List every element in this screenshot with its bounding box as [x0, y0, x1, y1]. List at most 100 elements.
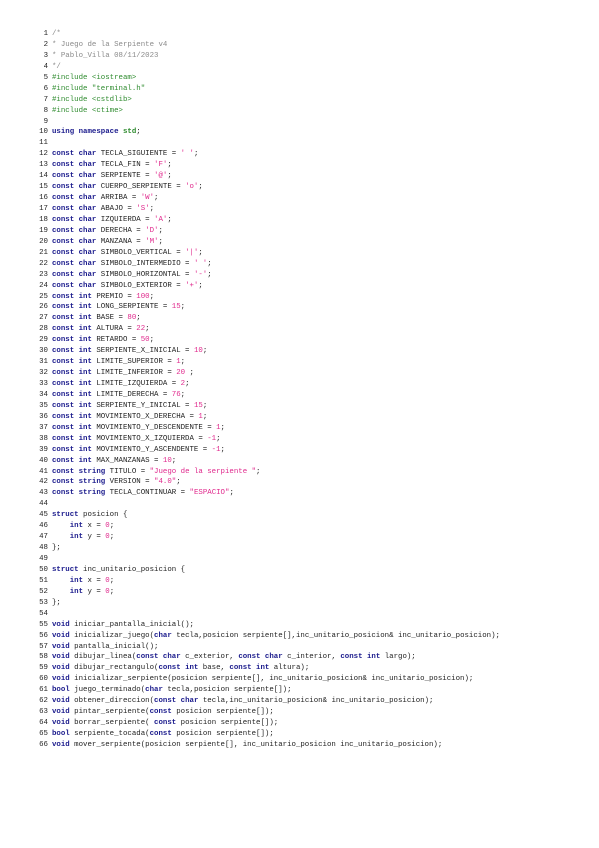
code-token: const [149, 730, 172, 738]
code-token: TECLA_FIN = [96, 161, 155, 170]
line-number: 40 [39, 456, 48, 465]
code-token: const char [154, 697, 199, 706]
code-token: ; [158, 237, 163, 246]
line-number: 6 [43, 84, 48, 93]
code-token: void [52, 642, 70, 651]
code-token: void [52, 697, 70, 706]
code-token: ; [145, 325, 150, 334]
code-line: 8 #include <ctime> [30, 106, 500, 117]
code-token: ; [198, 281, 203, 290]
code-token: 'S' [136, 205, 150, 213]
code-token: ; [202, 412, 208, 421]
code-token: dibujar_linea( [69, 653, 137, 662]
code-token: c_exterior, [180, 653, 239, 662]
code-token: void [52, 740, 70, 749]
code-line: 26 const int LONG_SERPIENTE = 15; [30, 302, 500, 313]
code-line: 10 using namespace std; [30, 127, 500, 138]
code-line: 47 int y = 0; [30, 532, 500, 543]
code-token: ; [167, 172, 172, 181]
code-line: 4 */ [30, 62, 500, 73]
code-token: const int [52, 325, 92, 334]
code-line: 9 [30, 117, 500, 128]
code-token: MOVIMIENTO_Y_DESCENDENTE = [91, 423, 217, 432]
code-token: }; [52, 544, 61, 553]
code-token: '|' [185, 248, 199, 257]
code-token: 15 [193, 401, 203, 410]
code-token: CUERPO_SERPIENTE = [96, 183, 186, 192]
line-number: 26 [39, 303, 48, 312]
code-line: 57 void pantalla_inicial(); [30, 642, 500, 653]
code-line: 16 const char ARRIBA = 'W'; [30, 193, 500, 204]
code-token: MOVIMIENTO_X_IZQUIERDA = [91, 434, 208, 443]
line-number: 23 [39, 270, 48, 279]
code-line: 60 void inicializar_serpiente(posicion se… [30, 674, 500, 685]
code-line: 23 const char SIMBOLO_HORIZONTAL = '-'; [30, 270, 500, 281]
code-token: void [52, 653, 70, 662]
code-token: struct [52, 511, 79, 520]
code-token: ; [158, 226, 163, 235]
line-number: 33 [39, 380, 48, 388]
code-line: 1 /* [30, 29, 500, 40]
code-token: LIMITE_SUPERIOR = [91, 358, 177, 367]
code-token: VERSION = [105, 478, 155, 487]
code-line: 38 const int MOVIMIENTO_X_IZQUIERDA = -1; [30, 434, 500, 445]
code-line: 25 const int PREMIO = 100; [30, 292, 500, 303]
code-token: const int [52, 423, 92, 432]
code-token: y = [83, 533, 106, 542]
code-line: 49 [30, 554, 500, 565]
code-token: 10 [162, 456, 172, 465]
code-line: 33 const int LIMITE_IZQUIERDA = 2; [30, 379, 500, 390]
line-number: 24 [39, 281, 48, 290]
line-number: 37 [39, 423, 48, 432]
code-token: mover_serpiente(posicion serpiente[], in… [69, 740, 443, 749]
code-token: LONG_SERPIENTE = [91, 303, 172, 312]
code-token: const char [52, 270, 97, 279]
line-number: 64 [39, 719, 48, 728]
code-token: const int [52, 401, 92, 410]
code-token: ; [256, 467, 261, 476]
code-token: ; [136, 314, 141, 323]
code-line: 19 const char DERECHA = 'D'; [30, 226, 500, 237]
code-token: const int [340, 653, 381, 662]
line-number: 2 [43, 40, 48, 49]
code-line: 18 const char IZQUIERDA = 'A'; [30, 215, 500, 226]
code-token: const int [52, 369, 92, 378]
line-number: 49 [39, 555, 48, 563]
code-line: 21 const char SIMBOLO_VERTICAL = '|'; [30, 248, 500, 259]
line-number: 25 [39, 292, 48, 301]
code-line: 42 const string VERSION = "4.0"; [30, 477, 500, 488]
code-token: 'F' [154, 161, 168, 170]
code-token: SIMBOLO_EXTERIOR = [96, 281, 186, 290]
line-number: 47 [39, 533, 48, 542]
code-token: const char [52, 281, 97, 290]
code-token: 'W' [140, 194, 155, 203]
line-number: 38 [39, 434, 48, 443]
code-line: 22 const char SIMBOLO_INTERMEDIO = ' '; [30, 259, 500, 270]
code-token: ' ' [180, 150, 194, 159]
code-token: 50 [140, 336, 150, 345]
code-line: 13 const char TECLA_FIN = 'F'; [30, 160, 500, 171]
line-number: 62 [39, 697, 48, 706]
code-token: char [145, 686, 163, 695]
code-line: 3 * Pablo_Villa 08/11/2023 [30, 51, 500, 62]
code-line: 36 const int MOVIMIENTO_X_DERECHA = 1; [30, 412, 500, 423]
code-token: #include <iostream> [52, 73, 137, 82]
code-token: MANZANA = [96, 237, 146, 246]
code-token: c_interior, [282, 653, 341, 662]
code-token: ; [193, 150, 199, 159]
code-token: LIMITE_INFERIOR = [91, 369, 177, 378]
line-number: 35 [39, 401, 48, 410]
code-token: LIMITE_DERECHA = [91, 390, 172, 399]
code-line: 15 const char CUERPO_SERPIENTE = 'o'; [30, 182, 500, 193]
code-token: 'D' [145, 226, 159, 235]
code-token: MAX_MANZANAS = [91, 456, 163, 465]
code-token: * Juego de la Serpiente v4 [52, 40, 168, 49]
code-line: 45 struct posicion { [30, 510, 500, 521]
code-token: const char [52, 259, 97, 268]
code-token: inicializar_serpiente(posicion serpiente… [69, 675, 474, 684]
code-token: ; [180, 358, 186, 367]
line-number: 36 [39, 412, 48, 421]
code-line: 12 const char TECLA_SIGUIENTE = ' '; [30, 149, 500, 160]
code-token: const char [52, 205, 97, 213]
